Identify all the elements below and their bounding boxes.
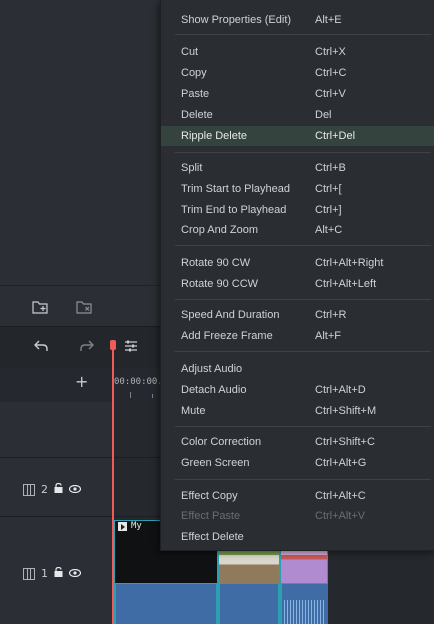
menu-separator — [175, 479, 431, 480]
media-actions-row — [0, 285, 160, 326]
undo-icon[interactable] — [34, 340, 48, 355]
lock-icon[interactable] — [54, 566, 63, 580]
clip-title-text: My — [131, 521, 142, 531]
clip-boundary — [278, 584, 280, 624]
menu-separator — [175, 351, 431, 352]
audio-clip[interactable] — [218, 584, 280, 624]
media-library-panel — [0, 0, 160, 320]
menu-item-cut[interactable]: Cut Ctrl+X — [161, 42, 434, 62]
menu-item-split[interactable]: Split Ctrl+B — [161, 158, 434, 178]
menu-item-color-correction[interactable]: Color Correction Ctrl+Shift+C — [161, 432, 434, 452]
delete-folder-icon[interactable] — [76, 300, 92, 317]
editor-window: + 00:00:00. 2 1 My Show Properties (Edit… — [0, 0, 434, 624]
context-menu: Show Properties (Edit) Alt+E Cut Ctrl+X … — [160, 0, 434, 551]
menu-item-copy[interactable]: Copy Ctrl+C — [161, 63, 434, 83]
ruler-timecode: 00:00:00. — [114, 377, 163, 387]
menu-separator — [175, 299, 431, 300]
menu-item-crop-zoom[interactable]: Crop And Zoom Alt+C — [161, 220, 434, 240]
film-icon — [23, 567, 35, 580]
menu-separator — [175, 426, 431, 427]
menu-item-show-properties[interactable]: Show Properties (Edit) Alt+E — [161, 10, 434, 30]
menu-item-mute[interactable]: Mute Ctrl+Shift+M — [161, 401, 434, 421]
menu-item-green-screen[interactable]: Green Screen Ctrl+Alt+G — [161, 453, 434, 473]
menu-item-effect-copy[interactable]: Effect Copy Ctrl+Alt+C — [161, 486, 434, 506]
menu-item-effect-delete[interactable]: Effect Delete — [161, 527, 434, 547]
playhead-line[interactable] — [112, 345, 114, 624]
ruler-tick — [130, 392, 131, 398]
menu-item-rotate-ccw[interactable]: Rotate 90 CCW Ctrl+Alt+Left — [161, 274, 434, 294]
film-icon — [23, 483, 35, 496]
menu-item-detach-audio[interactable]: Detach Audio Ctrl+Alt+D — [161, 380, 434, 400]
menu-separator — [175, 34, 431, 35]
menu-item-ripple-delete[interactable]: Ripple Delete Ctrl+Del — [161, 126, 434, 146]
menu-separator — [175, 245, 431, 246]
track-2-header: 2 — [23, 482, 82, 496]
clip-boundary — [216, 584, 218, 624]
menu-item-paste[interactable]: Paste Ctrl+V — [161, 84, 434, 104]
menu-separator — [175, 152, 431, 153]
menu-item-effect-paste: Effect Paste Ctrl+Alt+V — [181, 510, 366, 522]
menu-item-speed-duration[interactable]: Speed And Duration Ctrl+R — [161, 305, 434, 325]
audio-waveform — [284, 600, 326, 624]
play-icon — [118, 521, 127, 531]
new-folder-icon[interactable] — [32, 300, 48, 317]
add-track-icon[interactable]: + — [75, 372, 88, 391]
audio-clip[interactable] — [114, 584, 218, 624]
ruler-tick — [152, 394, 153, 398]
menu-item-delete[interactable]: Delete Del — [161, 105, 434, 125]
menu-item-freeze-frame[interactable]: Add Freeze Frame Alt+F — [161, 326, 434, 346]
menu-item-rotate-cw[interactable]: Rotate 90 CW Ctrl+Alt+Right — [161, 253, 434, 273]
eye-icon[interactable] — [68, 483, 82, 496]
clip-title: My — [118, 519, 142, 533]
track-number: 2 — [41, 483, 48, 496]
track-1-header: 1 — [23, 566, 82, 580]
menu-item-trim-start[interactable]: Trim Start to Playhead Ctrl+[ — [161, 179, 434, 199]
menu-item-adjust-audio[interactable]: Adjust Audio — [161, 359, 434, 379]
track-number: 1 — [41, 567, 48, 580]
redo-icon[interactable] — [80, 340, 94, 355]
lock-icon[interactable] — [54, 482, 63, 496]
track-headers — [0, 402, 113, 624]
sliders-icon[interactable] — [124, 339, 138, 356]
menu-item-trim-end[interactable]: Trim End to Playhead Ctrl+] — [161, 200, 434, 220]
eye-icon[interactable] — [68, 567, 82, 580]
